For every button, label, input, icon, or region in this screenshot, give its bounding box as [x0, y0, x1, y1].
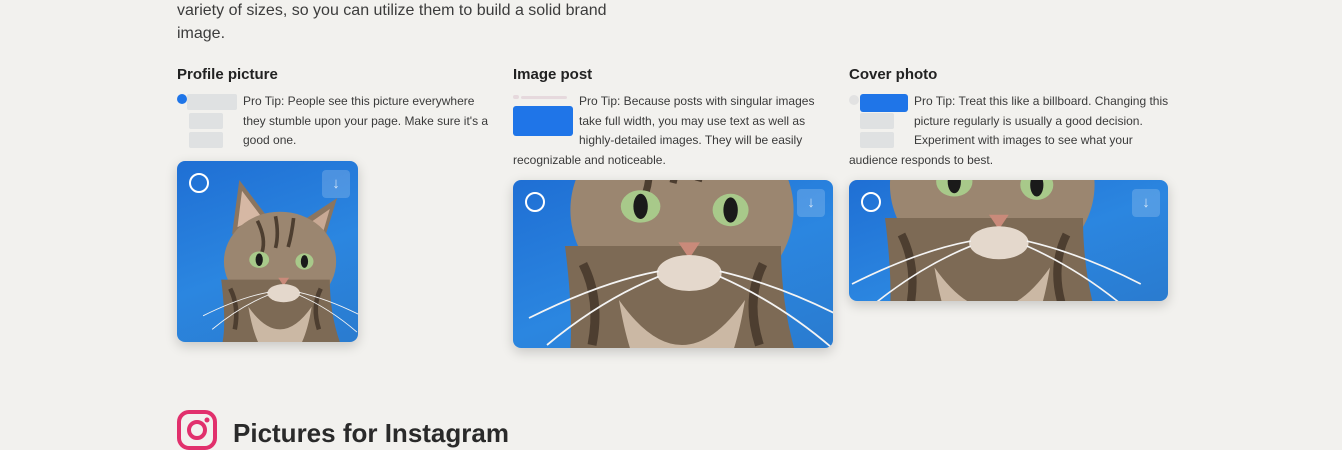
layout-thumbnail [177, 92, 237, 150]
download-icon[interactable]: ↓ [1132, 189, 1160, 217]
pro-tip: Pro Tip: Treat this like a billboard. Ch… [849, 92, 1169, 170]
image-post-preview[interactable]: ↓ [513, 180, 833, 348]
card-title: Profile picture [177, 66, 278, 83]
select-circle-icon[interactable] [525, 192, 545, 212]
instagram-icon [177, 410, 217, 450]
card-title: Image post [513, 66, 593, 83]
card-image-post: Image post Pro Tip: Because posts with s… [513, 66, 833, 356]
cat-photo [849, 180, 1149, 301]
download-icon[interactable]: ↓ [322, 170, 350, 198]
profile-picture-preview[interactable]: ↓ [177, 161, 358, 342]
select-circle-icon[interactable] [189, 173, 209, 193]
intro-text: variety of sizes, so you can utilize the… [177, 2, 607, 42]
pro-tip-text: Pro Tip: People see this picture everywh… [243, 94, 489, 147]
layout-thumbnail [513, 92, 573, 136]
card-profile-picture: Profile picture Pro Tip: People see this… [177, 66, 497, 346]
layout-thumbnail [849, 92, 908, 150]
card-cover-photo: Cover photo Pro Tip: Treat this like a b… [849, 66, 1169, 316]
cat-photo [513, 180, 833, 348]
cover-photo-preview[interactable]: ↓ [849, 180, 1168, 301]
intro-paragraph: variety of sizes, so you can utilize the… [177, 0, 637, 45]
download-icon[interactable]: ↓ [797, 189, 825, 217]
pro-tip: Pro Tip: People see this picture everywh… [177, 92, 497, 151]
instagram-section-header: Pictures for Instagram [177, 410, 509, 450]
select-circle-icon[interactable] [861, 192, 881, 212]
card-title: Cover photo [849, 66, 938, 83]
pro-tip: Pro Tip: Because posts with singular ima… [513, 92, 833, 170]
